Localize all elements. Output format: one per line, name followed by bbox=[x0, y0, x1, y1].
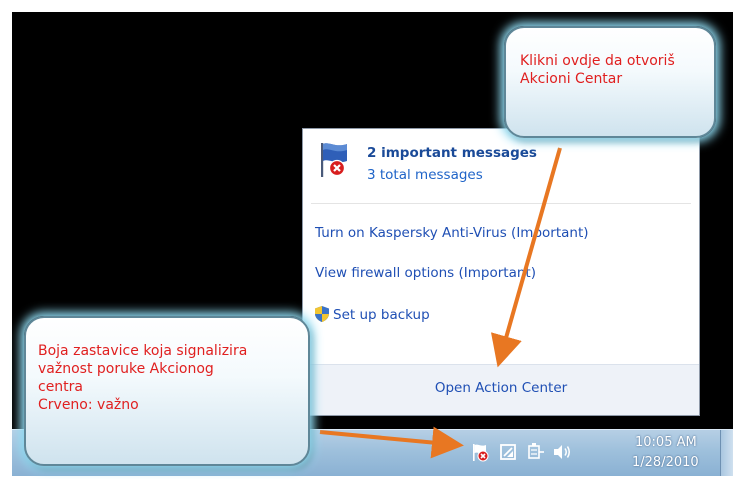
network-icon[interactable] bbox=[498, 442, 518, 462]
set-up-backup-label: Set up backup bbox=[333, 307, 430, 323]
divider bbox=[311, 203, 691, 204]
important-messages-link[interactable]: 2 important messages bbox=[367, 145, 537, 161]
show-desktop-button[interactable] bbox=[720, 430, 733, 476]
volume-icon[interactable] bbox=[552, 442, 572, 462]
action-center-flag-icon[interactable] bbox=[470, 442, 490, 462]
open-action-center-link[interactable]: Open Action Center bbox=[303, 380, 699, 396]
action-center-popup: 2 important messages 3 total messages Tu… bbox=[302, 128, 700, 416]
firewall-options-link[interactable]: View firewall options (Important) bbox=[315, 265, 536, 281]
callout-line: Klikni ovdje da otvoriš bbox=[520, 53, 675, 69]
power-icon[interactable] bbox=[526, 442, 546, 462]
screenshot: 2 important messages 3 total messages Tu… bbox=[0, 0, 739, 479]
callout-bottom-text: Boja zastavice koja signalizira važnost … bbox=[38, 342, 247, 414]
kaspersky-link[interactable]: Turn on Kaspersky Anti-Virus (Important) bbox=[315, 225, 589, 241]
clock-time[interactable]: 10:05 AM bbox=[635, 435, 697, 450]
total-messages-link[interactable]: 3 total messages bbox=[367, 167, 483, 183]
popup-footer: Open Action Center bbox=[303, 364, 699, 415]
action-center-flag-icon bbox=[321, 143, 347, 177]
annotation-callout-top: Klikni ovdje da otvoriš Akcioni Centar bbox=[504, 26, 716, 138]
clock-date[interactable]: 1/28/2010 bbox=[632, 455, 699, 470]
annotation-callout-bottom: Boja zastavice koja signalizira važnost … bbox=[24, 316, 310, 466]
callout-line: centra bbox=[38, 379, 84, 395]
uac-shield-icon bbox=[315, 306, 329, 322]
callout-line: Crveno: važno bbox=[38, 397, 139, 413]
callout-line: važnost poruke Akcionog bbox=[38, 361, 214, 377]
callout-line: Boja zastavice koja signalizira bbox=[38, 343, 248, 359]
set-up-backup-link[interactable]: Set up backup bbox=[313, 305, 430, 323]
callout-line: Akcioni Centar bbox=[520, 71, 623, 87]
callout-top-text: Klikni ovdje da otvoriš Akcioni Centar bbox=[520, 52, 675, 88]
